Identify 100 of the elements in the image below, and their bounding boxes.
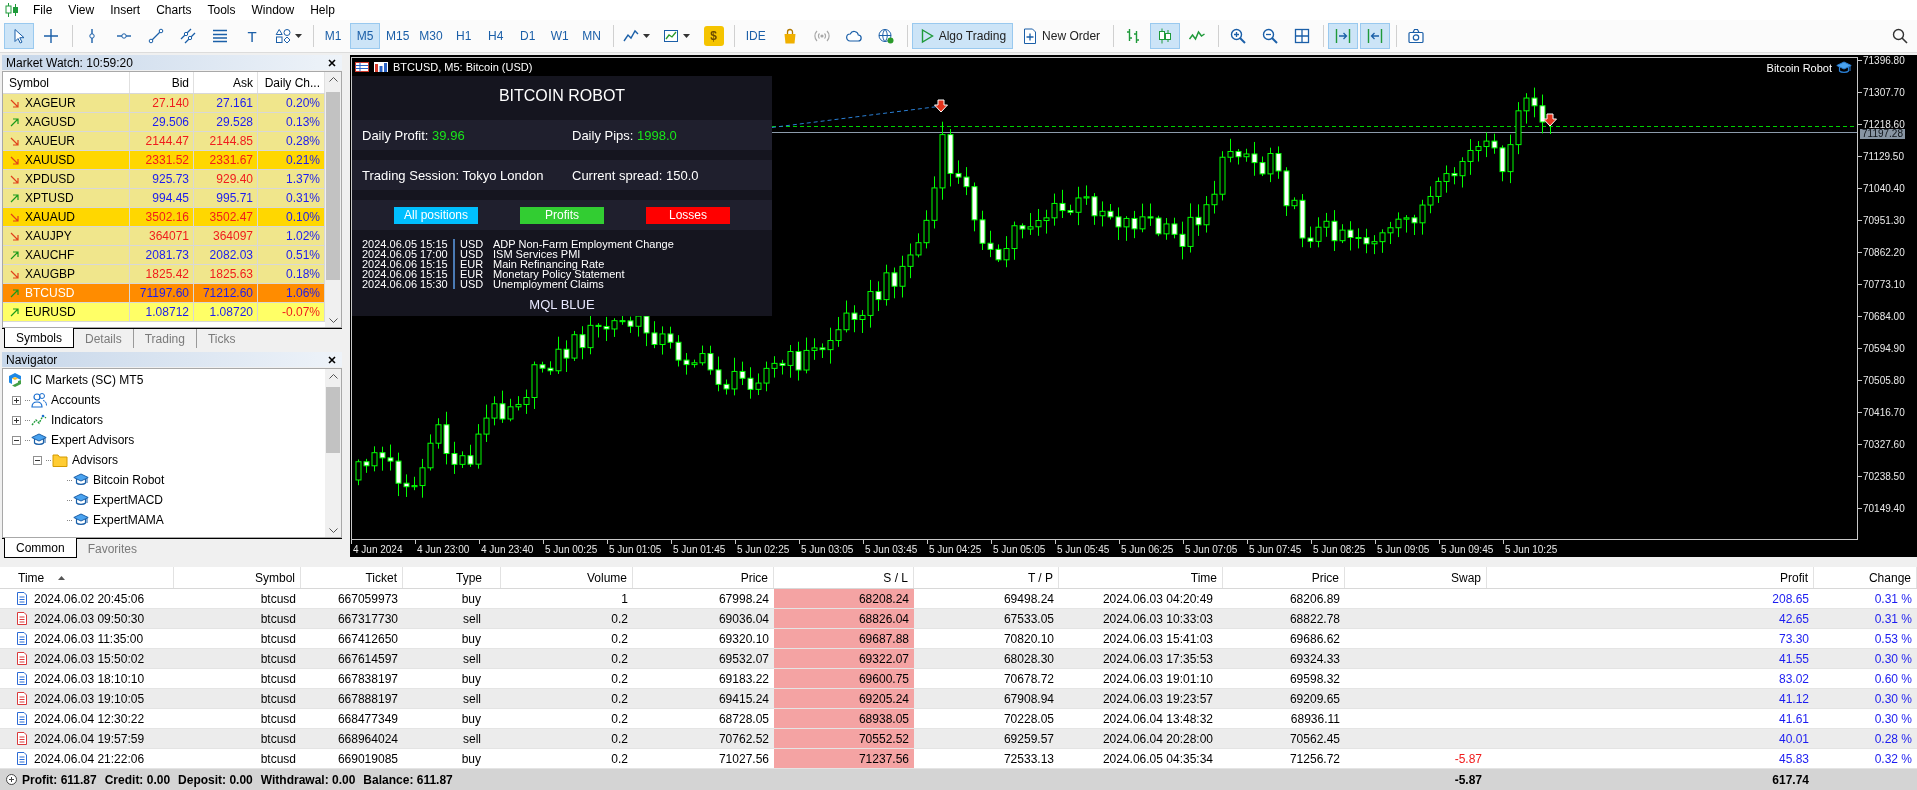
tree-item[interactable]: Advisors [72,453,118,467]
price-label: 70416.70 [1858,407,1905,418]
tree-item[interactable]: Accounts [51,393,101,407]
column-header[interactable]: T / P [914,567,1059,588]
column-header[interactable]: Time [0,567,174,588]
scrollbar[interactable] [325,369,341,537]
scroll-up-icon[interactable] [328,77,338,82]
symbol-row[interactable]: XPTUSD 994.45 995.71 0.31% [3,189,325,208]
column-header[interactable]: Bid [130,72,194,93]
expand-toggle[interactable] [11,435,21,445]
chart-shift-button[interactable] [1360,23,1391,49]
panel-tab[interactable]: Symbols [4,328,74,348]
panel-tab[interactable]: Ticks [195,329,247,348]
symbol-row[interactable]: XAUCHF 2081.73 2082.03 0.51% [3,246,325,265]
algo-trading-button[interactable]: Algo Trading [911,23,1014,49]
menu-item[interactable]: View [60,2,103,18]
symbol-row[interactable]: XAUEUR 2144.47 2144.85 0.28% [3,132,325,151]
column-header[interactable]: Type [403,567,501,588]
new-order-button[interactable]: New Order [1015,23,1108,49]
menu-item[interactable]: Insert [102,2,149,18]
scrollbar-thumb[interactable] [326,387,340,453]
scrollbar[interactable] [325,72,341,327]
symbol-row[interactable]: XAGUSD 29.506 29.528 0.13% [3,113,325,132]
close-button[interactable] [326,353,338,366]
tree-item[interactable]: ExpertMAMA [93,513,164,527]
timeframe-button[interactable]: M1 [318,23,348,49]
chart-title: BTCUSD, M5: Bitcoin (USD) [393,61,533,73]
document-icon [17,632,27,645]
scroll-down-icon[interactable] [328,528,338,533]
panel-tab[interactable]: Details [74,329,133,348]
menu-item[interactable]: Window [243,2,303,18]
table-cell-text: 41.55 [1777,650,1810,668]
tree-item[interactable]: Expert Advisors [51,433,135,447]
scrollbar-thumb[interactable] [326,92,340,280]
expand-toggle[interactable] [11,395,21,405]
table-row[interactable]: 2024.06.03 15:50:02 btcusd 667614597 sell 0.2 69532.07 69322.07 68028.30 2024.06.03 17:35:53 69324.33 41.55 0.30 % [0,649,1917,669]
column-header[interactable]: Price [1223,567,1345,588]
plus-circle-icon[interactable] [6,774,17,785]
table-row[interactable]: 2024.06.03 11:35:00 btcusd 667412650 buy 0.2 69320.10 69687.88 70820.10 2024.06.03 15:41:03 69686.62 73.30 0.53 % [0,629,1917,649]
candlestick-chart-button[interactable] [1150,23,1181,49]
table-cell-text: 2024.06.03 04:20:49 [1101,590,1214,608]
column-header[interactable]: Time [1059,567,1223,588]
symbol-row[interactable]: XAUUSD 2331.52 2331.67 0.21% [3,151,325,170]
autoscroll-button[interactable] [1328,23,1359,49]
table-cell-text: 667059973 [336,590,399,608]
panel-tab[interactable]: Common [4,538,77,558]
timeframe-button[interactable]: H4 [480,23,511,49]
timeframe-button[interactable]: M5 [350,23,380,49]
tree-item[interactable]: Bitcoin Robot [93,473,165,487]
graduation-cap-icon[interactable] [1836,61,1852,75]
table-row[interactable]: 2024.06.04 21:22:06 btcusd 669019085 buy 0.2 71027.56 71237.56 72533.13 2024.06.05 04:35:34 71256.72 -5.87 45.83 0.32 % [0,749,1917,769]
symbol-row[interactable]: XAUGBP 1825.42 1825.63 0.18% [3,265,325,284]
table-row[interactable]: 2024.06.03 18:10:10 btcusd 667838197 buy 0.2 69183.22 69600.75 70678.72 2024.06.03 19:01:10 69598.32 83.02 0.60 % [0,669,1917,689]
column-header[interactable]: Ask [194,72,258,93]
timeframe-button[interactable]: H1 [448,23,479,49]
column-header[interactable]: Price [633,567,774,588]
column-header[interactable]: Symbol [174,567,301,588]
menu-item[interactable]: Tools [199,2,244,18]
panel-tab[interactable]: Trading [132,329,196,348]
table-row[interactable]: 2024.06.04 12:30:22 btcusd 668477349 buy 0.2 68728.05 68938.05 70228.05 2024.06.04 13:48:32 68936.11 41.61 0.30 % [0,709,1917,729]
tree-item[interactable]: IC Markets (SC) MT5 [30,373,144,387]
tree-item[interactable]: ExpertMACD [93,493,163,507]
table-row[interactable]: 2024.06.03 19:10:05 btcusd 667888197 sell 0.2 69415.24 69205.24 67908.94 2024.06.03 19:23:57 69209.65 41.12 0.30 % [0,689,1917,709]
symbol-row[interactable]: EURUSD 1.08712 1.08720 -0.07% [3,303,325,322]
timeframe-button[interactable]: M15 [382,23,414,49]
timeframe-button[interactable]: D1 [512,23,543,49]
filter-button[interactable]: Losses [646,206,730,224]
menu-item[interactable]: Charts [148,2,200,18]
table-row[interactable]: 2024.06.04 19:57:59 btcusd 668964024 sell 0.2 70762.52 70552.52 69259.57 2024.06.04 20:28:00 70562.45 40.01 0.28 % [0,729,1917,749]
column-header[interactable]: Change [1814,567,1917,588]
table-row[interactable]: 2024.06.03 09:50:30 btcusd 667317730 sell 0.2 69036.04 68826.04 67533.05 2024.06.03 10:33:03 68822.78 42.65 0.31 % [0,609,1917,629]
column-header[interactable]: Volume [501,567,633,588]
scroll-up-icon[interactable] [328,374,338,379]
column-header[interactable]: Ticket [301,567,403,588]
symbol-row[interactable]: BTCUSD 71197.60 71212.60 1.06% [3,284,325,303]
menu-item[interactable]: Help [302,2,343,18]
column-header[interactable]: Symbol [3,72,130,93]
ide-button[interactable]: IDE [738,23,773,49]
dollar-button[interactable]: $ [703,26,724,46]
text-tool-button[interactable]: T [237,23,267,49]
expand-toggle[interactable] [32,455,42,465]
symbol-row[interactable]: XAUAUD 3502.16 3502.47 0.10% [3,208,325,227]
symbol-row[interactable]: XPDUSD 925.73 929.40 1.37% [3,170,325,189]
column-header[interactable]: S / L [774,567,914,588]
symbol-row[interactable]: XAGEUR 27.140 27.161 0.20% [3,94,325,113]
table-cell-text: 668477349 [336,710,399,728]
tree-item[interactable]: Indicators [51,413,104,427]
table-row[interactable]: 2024.06.02 20:45:06 btcusd 667059973 buy 1 67998.24 68208.24 69498.24 2024.06.03 04:20:49 68206.89 208.65 0.31 % [0,589,1917,609]
close-button[interactable] [326,56,338,69]
column-header[interactable]: Profit [1487,567,1814,588]
expand-toggle[interactable] [11,415,21,425]
timeframe-button[interactable]: MN [576,23,607,49]
cursor-tool-button[interactable] [4,23,34,49]
scroll-down-icon[interactable] [328,318,338,323]
symbol-row[interactable]: XAUJPY 364071 364097 1.02% [3,227,325,246]
timeframe-button[interactable]: W1 [544,23,575,49]
timeframe-button[interactable]: M30 [415,23,447,49]
column-header[interactable]: Swap [1345,567,1487,588]
menu-item[interactable]: File [25,2,61,18]
panel-tab[interactable]: Favorites [76,539,149,558]
